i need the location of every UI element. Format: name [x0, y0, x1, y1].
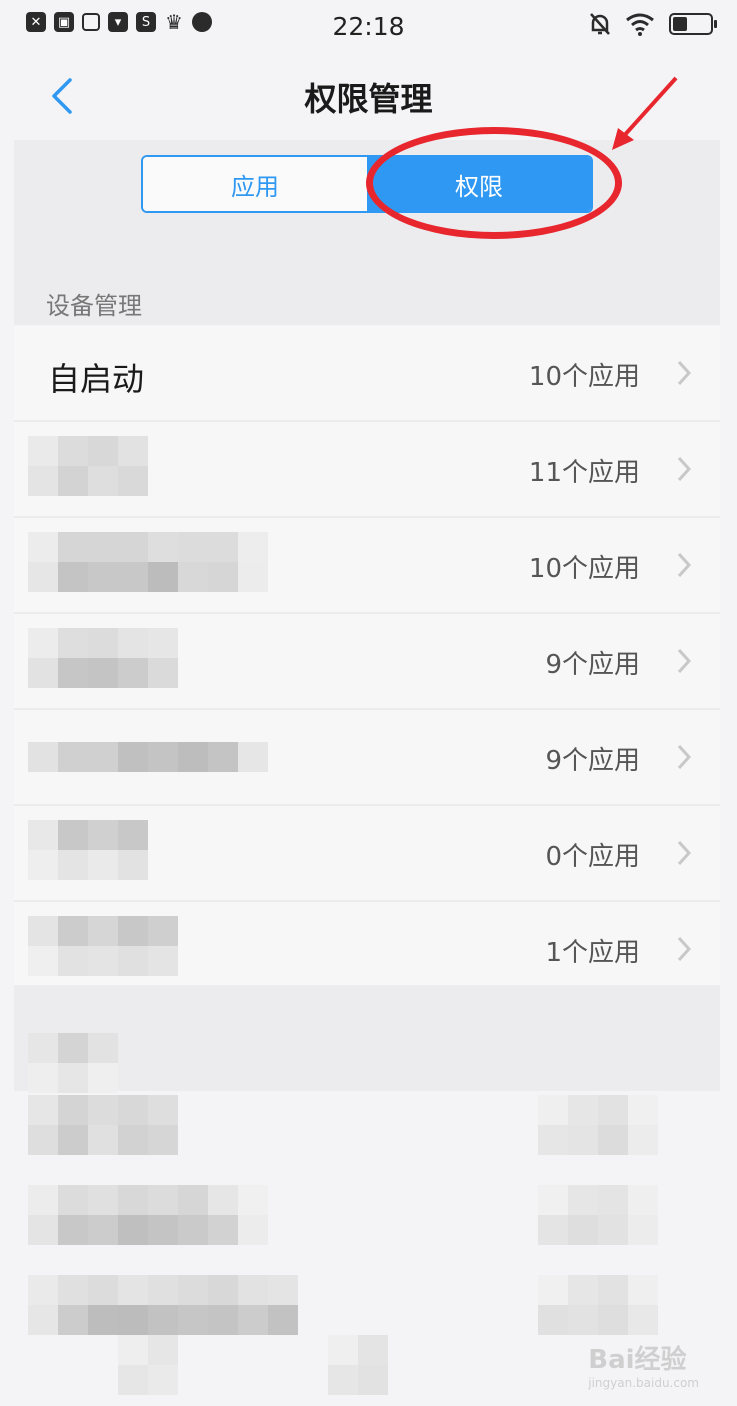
- pixelated-label: [28, 1033, 118, 1093]
- list-item-count: 9个应用: [545, 650, 640, 680]
- list-item[interactable]: 1个应用: [14, 902, 720, 998]
- chevron-right-icon: [677, 360, 692, 386]
- watermark-subtext: jingyan.baidu.com: [588, 1376, 699, 1390]
- list-item-count: 11个应用: [528, 458, 640, 488]
- pixelated-label: [28, 532, 268, 592]
- chevron-right-icon: [677, 552, 692, 578]
- chevron-right-icon: [677, 648, 692, 674]
- list-item[interactable]: 9个应用: [14, 710, 720, 806]
- page-title: 权限管理: [304, 80, 433, 118]
- section-title: 设备管理: [46, 292, 142, 320]
- pixelated-label: [328, 1335, 388, 1395]
- watermark-text: Bai经验: [588, 1345, 687, 1375]
- list-item[interactable]: 9个应用: [14, 614, 720, 710]
- list-item-count: 9个应用: [545, 746, 640, 776]
- pixelated-label: [28, 628, 178, 688]
- chevron-right-icon: [677, 456, 692, 482]
- chevron-right-icon: [677, 744, 692, 770]
- list-item[interactable]: 10个应用: [14, 518, 720, 614]
- list-item-count: 1个应用: [545, 938, 640, 968]
- status-bar: ✕ ▣ ▾ S ♛ 22:18: [0, 0, 737, 52]
- pixelated-value: [538, 1095, 658, 1155]
- pixelated-label: [28, 916, 178, 976]
- pixelated-value: [538, 1275, 658, 1335]
- list-item[interactable]: 11个应用: [14, 422, 720, 518]
- battery-icon: [669, 13, 717, 35]
- status-icons-right: [589, 12, 717, 36]
- pixelated-label: [28, 1275, 298, 1335]
- list-item-label: 自启动: [48, 360, 145, 398]
- list-item-count: 0个应用: [545, 842, 640, 872]
- watermark: Bai经验 jingyan.baidu.com: [588, 1339, 699, 1390]
- segmented-control: 应用 权限: [141, 155, 593, 213]
- pixelated-label: [28, 1185, 268, 1245]
- pixelated-label: [28, 820, 148, 880]
- pixelated-value: [538, 1185, 658, 1245]
- permission-list: 自启动 10个应用 11个应用 10个应用 9个应用 9个应用 0个应用 1个应…: [14, 326, 720, 998]
- list-item[interactable]: 0个应用: [14, 806, 720, 902]
- list-item-count: 10个应用: [528, 362, 640, 392]
- pixelated-label: [28, 1095, 178, 1155]
- tab-apps[interactable]: 应用: [143, 157, 367, 211]
- bell-muted-icon: [590, 13, 610, 35]
- pixelated-label: [118, 1335, 178, 1395]
- chevron-right-icon: [677, 840, 692, 866]
- navigation-header: 权限管理: [0, 52, 737, 140]
- pixelated-label: [28, 742, 268, 772]
- section-header-blurred: [14, 985, 720, 1091]
- pixelated-label: [28, 436, 148, 496]
- chevron-right-icon: [677, 936, 692, 962]
- wifi-icon: [626, 13, 654, 36]
- list-item[interactable]: 自启动 10个应用: [14, 326, 720, 422]
- pixelated-region: Bai经验 jingyan.baidu.com: [0, 985, 737, 1406]
- list-item-count: 10个应用: [528, 554, 640, 584]
- tab-permissions[interactable]: 权限: [367, 157, 591, 211]
